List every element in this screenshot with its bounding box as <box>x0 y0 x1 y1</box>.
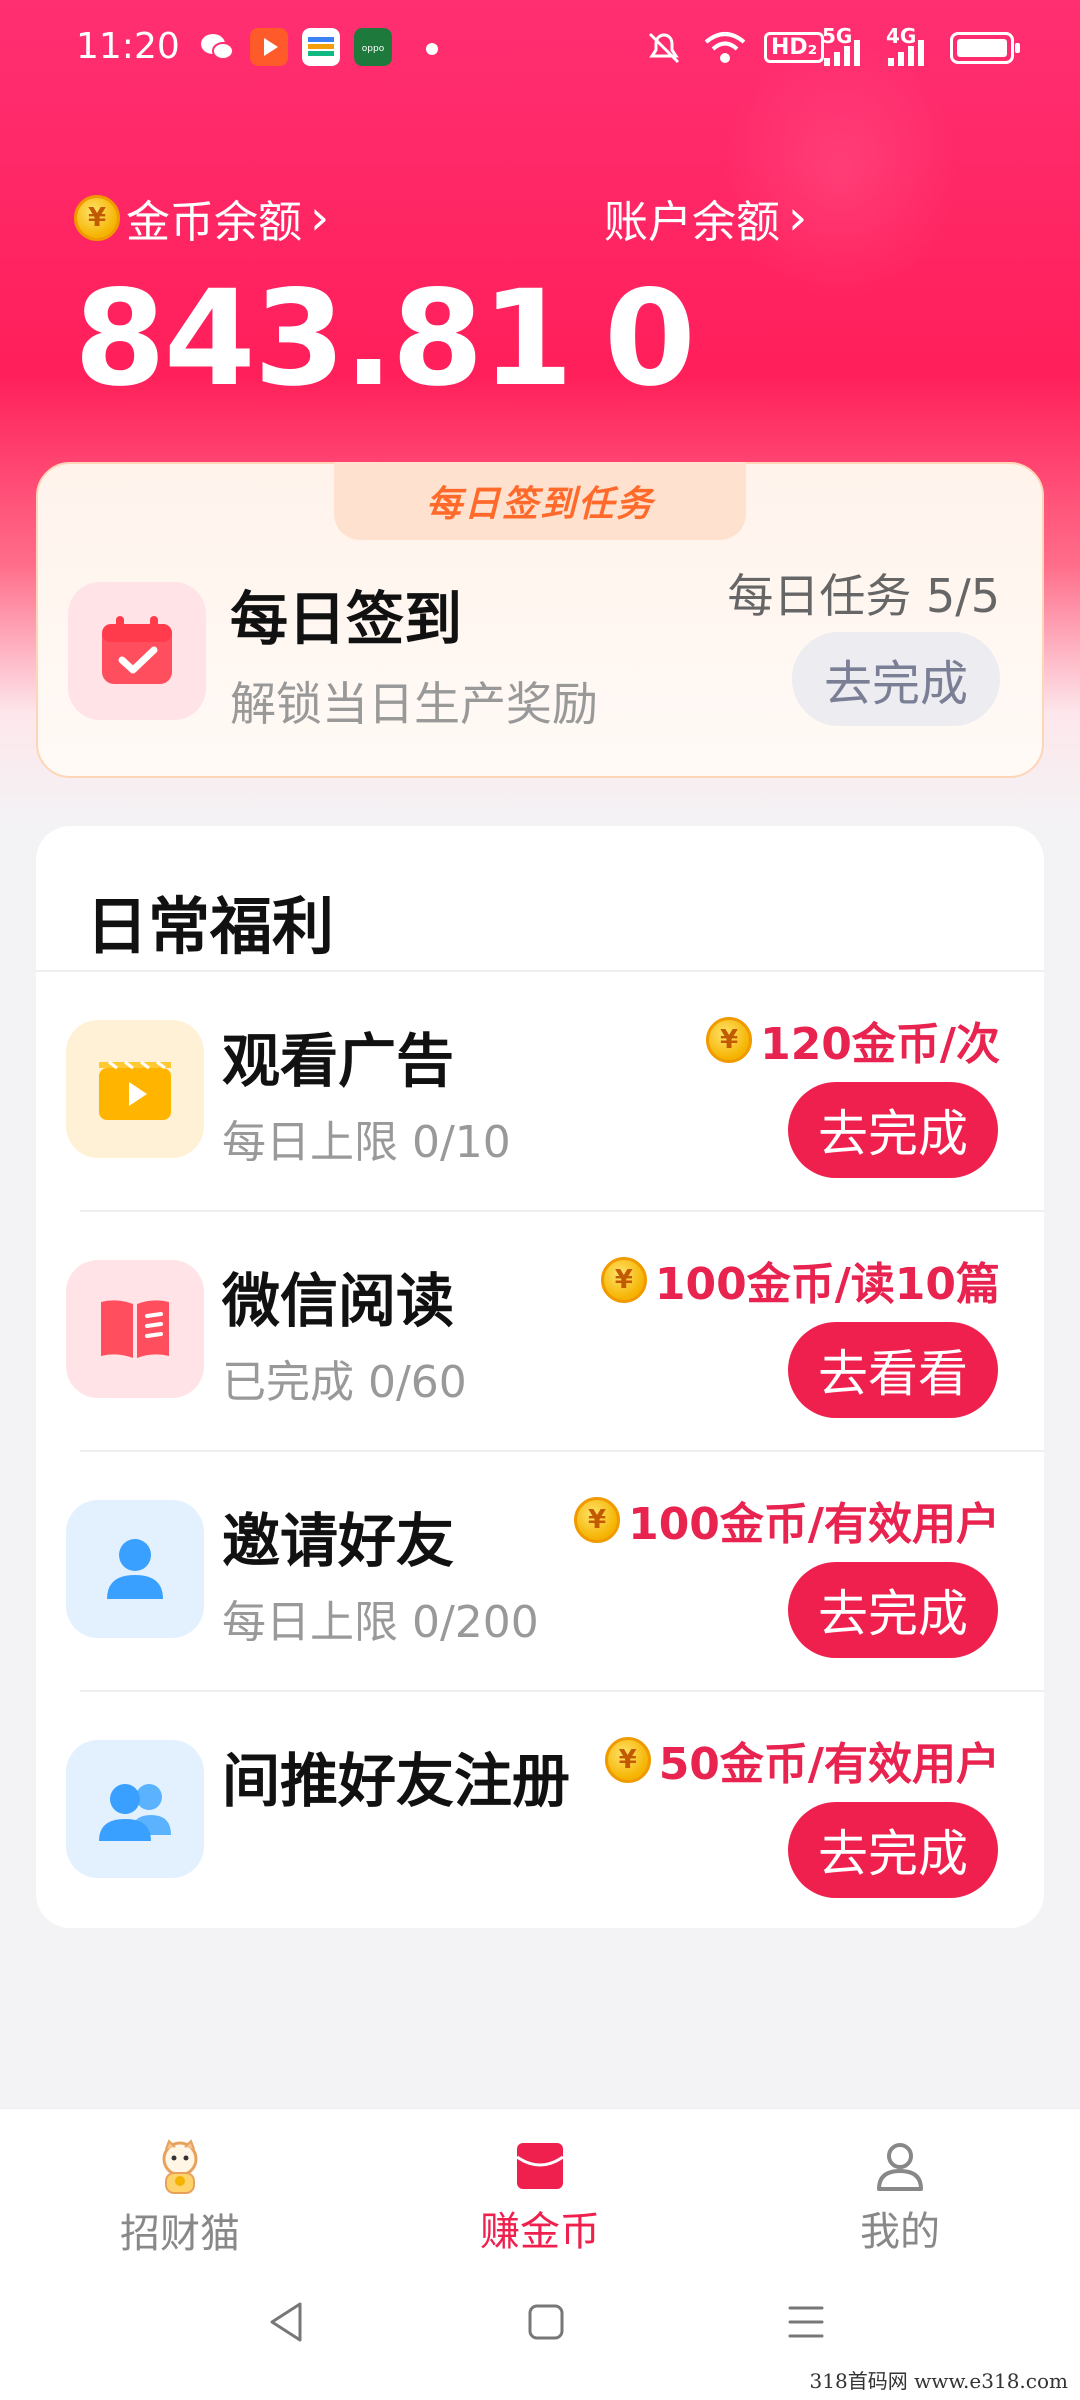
coin-icon: ¥ <box>600 1257 647 1303</box>
item-reward: ¥ 50金币/有效用户 <box>604 1728 1000 1792</box>
item-subtitle: 每日上限 0/200 <box>222 1597 539 1648</box>
book-icon <box>101 1300 169 1358</box>
chevron-right-icon: › <box>310 190 330 246</box>
coin-icon: ¥ <box>604 1737 651 1783</box>
profile-icon <box>877 2143 923 2191</box>
indirect-register-button[interactable]: 去完成 <box>788 1802 998 1898</box>
wifi-icon <box>704 32 746 63</box>
hd-indicator: HD₂ <box>764 32 825 63</box>
nav-item-lucky-cat[interactable]: 招财猫 <box>80 2139 280 2259</box>
back-icon[interactable] <box>266 2300 306 2344</box>
item-title: 观看广告 <box>222 1027 455 1095</box>
reward-text: 50金币/有效用户 <box>658 1739 1000 1790</box>
users-icon <box>99 1784 171 1841</box>
nav-label: 赚金币 <box>480 2209 600 2255</box>
nav-label: 招财猫 <box>120 2211 240 2257</box>
coin-icon: ¥ <box>706 1017 753 1063</box>
item-reward: ¥ 100金币/读10篇 <box>600 1248 1000 1312</box>
watermark: 318首码网 www.e318.com <box>809 2369 1068 2393</box>
daily-sign-subtitle: 解锁当日生产奖励 <box>230 677 598 731</box>
welfare-item-wechat-read: 微信阅读 已完成 0/60 ¥ 100金币/读10篇 去看看 <box>36 1210 1044 1450</box>
reward-text: 120金币/次 <box>760 1019 1000 1070</box>
watch-ad-button[interactable]: 去完成 <box>788 1082 998 1178</box>
battery-icon <box>950 32 1020 64</box>
home-icon[interactable] <box>526 2300 566 2344</box>
lucky-cat-icon <box>162 2139 198 2194</box>
user-icon <box>107 1539 163 1599</box>
calendar-icon <box>102 616 172 684</box>
coin-icon: ¥ <box>74 195 120 241</box>
item-subtitle: 已完成 0/60 <box>222 1357 467 1408</box>
signal-icon <box>824 40 860 66</box>
coin-balance-value: 843.81 <box>74 262 573 416</box>
invite-friends-button[interactable]: 去完成 <box>788 1562 998 1658</box>
reward-text: 100金币/读10篇 <box>654 1259 1000 1310</box>
status-time: 11:20 <box>76 26 180 67</box>
account-balance-link[interactable]: 账户余额 › <box>604 186 807 250</box>
mute-icon <box>648 32 680 64</box>
coin-icon: ¥ <box>574 1497 621 1543</box>
item-reward: ¥ 120金币/次 <box>706 1008 1000 1072</box>
wechat-read-button[interactable]: 去看看 <box>788 1322 998 1418</box>
daily-welfare-panel: 日常福利 观看广告 每日上限 0/10 ¥ 120金币/次 去完成 微信阅读 已… <box>36 826 1044 1928</box>
wechat-icon <box>201 34 234 60</box>
user-icon-box <box>66 1500 204 1638</box>
reward-text: 100金币/有效用户 <box>628 1499 1000 1550</box>
item-reward: ¥ 100金币/有效用户 <box>574 1488 1000 1552</box>
item-title: 邀请好友 <box>222 1507 455 1575</box>
item-subtitle: 每日上限 0/10 <box>222 1117 511 1168</box>
calendar-icon-box <box>68 582 206 720</box>
daily-sign-card: 每日签到任务 每日签到 解锁当日生产奖励 每日任务 5/5 去完成 <box>36 462 1044 778</box>
daily-sign-title: 每日签到 <box>230 585 463 653</box>
video-app-icon <box>250 28 288 66</box>
item-title: 间推好友注册 <box>222 1747 571 1815</box>
daily-task-progress: 每日任务 5/5 <box>727 569 1000 623</box>
coin-balance-label: 金币余额 <box>126 197 302 248</box>
chevron-right-icon: › <box>788 190 808 246</box>
item-title: 微信阅读 <box>222 1267 455 1335</box>
wallet-app-icon <box>302 28 340 66</box>
bottom-nav: 招财猫 赚金币 我的 <box>0 2108 1080 2400</box>
welfare-item-indirect-register: 间推好友注册 ¥ 50金币/有效用户 去完成 <box>36 1690 1044 1930</box>
nav-item-mine[interactable]: 我的 <box>800 2139 1000 2257</box>
notification-dot <box>426 43 438 55</box>
daily-sign-button[interactable]: 去完成 <box>792 632 1000 726</box>
account-balance-label: 账户余额 <box>604 197 780 248</box>
video-icon <box>99 1060 171 1120</box>
daily-sign-banner: 每日签到任务 <box>334 462 746 540</box>
oppo-app-icon: oppo <box>354 28 392 66</box>
video-icon-box <box>66 1020 204 1158</box>
account-balance-value: 0 <box>604 262 696 416</box>
signal-icon-2 <box>888 40 924 66</box>
menu-icon[interactable] <box>786 2300 826 2344</box>
welfare-item-invite-friends: 邀请好友 每日上限 0/200 ¥ 100金币/有效用户 去完成 <box>36 1450 1044 1690</box>
nav-label: 我的 <box>860 2209 940 2255</box>
section-title: 日常福利 <box>86 890 335 963</box>
status-bar: 11:20 oppo HD₂ 5G 4G <box>0 0 1080 96</box>
nav-item-earn-coins[interactable]: 赚金币 <box>440 2139 640 2257</box>
book-icon-box <box>66 1260 204 1398</box>
users-icon-box <box>66 1740 204 1878</box>
coin-balance-link[interactable]: ¥ 金币余额 › <box>74 186 329 250</box>
welfare-item-watch-ad: 观看广告 每日上限 0/10 ¥ 120金币/次 去完成 <box>36 970 1044 1210</box>
svg-text:oppo: oppo <box>362 44 385 54</box>
envelope-icon <box>516 2143 564 2189</box>
